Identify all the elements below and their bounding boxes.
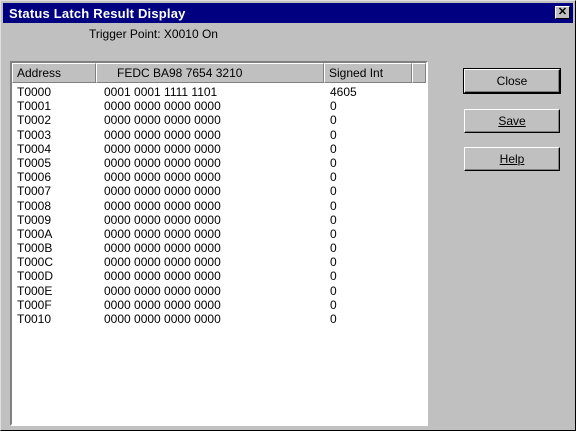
signed-int-cell: 0 — [330, 198, 337, 213]
table-row[interactable]: T000F 0000 0000 0000 0000 0 — [12, 298, 426, 312]
table-row[interactable]: T0010 0000 0000 0000 0000 0 — [12, 312, 426, 326]
table-row[interactable]: T0001 0000 0000 0000 0000 0 — [12, 99, 426, 113]
bits-cell: 0000 0000 0000 0000 — [104, 297, 221, 312]
address-cell: T000D — [17, 269, 54, 284]
address-cell: T0006 — [17, 170, 52, 185]
signed-int-cell: 0 — [330, 127, 337, 142]
bits-cell: 0000 0000 0000 0000 — [104, 212, 221, 227]
window-title: Status Latch Result Display — [9, 6, 186, 21]
bits-cell: 0000 0000 0000 0000 — [104, 312, 221, 326]
signed-int-cell: 0 — [330, 113, 337, 128]
address-cell: T000E — [17, 283, 53, 298]
table-row[interactable]: T000D 0000 0000 0000 0000 0 — [12, 269, 426, 283]
signed-int-cell: 0 — [330, 141, 337, 156]
address-cell: T000A — [17, 226, 53, 241]
signed-int-cell: 0 — [330, 184, 337, 199]
trigger-point-label: Trigger Point: X0010 On — [89, 27, 218, 41]
address-cell: T0003 — [17, 127, 52, 142]
bits-cell: 0000 0000 0000 0000 — [104, 269, 221, 284]
table-row[interactable]: T000A 0000 0000 0000 0000 0 — [12, 227, 426, 241]
dialog-window: Status Latch Result Display ✕ Trigger Po… — [0, 0, 576, 431]
help-button[interactable]: Help — [464, 147, 560, 171]
column-header-filler — [412, 63, 426, 83]
bits-cell: 0000 0000 0000 0000 — [104, 283, 221, 298]
address-cell: T0002 — [17, 113, 52, 128]
table-row[interactable]: T0005 0000 0000 0000 0000 0 — [12, 156, 426, 170]
signed-int-cell: 0 — [330, 226, 337, 241]
bits-cell: 0000 0000 0000 0000 — [104, 241, 221, 256]
address-cell: T0000 — [17, 85, 52, 99]
address-cell: T0001 — [17, 99, 52, 114]
title-bar[interactable]: Status Latch Result Display ✕ — [3, 3, 573, 23]
address-cell: T0004 — [17, 141, 52, 156]
address-cell: T000F — [17, 297, 52, 312]
table-row[interactable]: T000B 0000 0000 0000 0000 0 — [12, 241, 426, 255]
bits-cell: 0000 0000 0000 0000 — [104, 141, 221, 156]
column-header-signed-int[interactable]: Signed Int — [324, 63, 412, 83]
save-button-label: Save — [498, 114, 526, 128]
table-row[interactable]: T0007 0000 0000 0000 0000 0 — [12, 184, 426, 198]
bits-cell: 0000 0000 0000 0000 — [104, 198, 221, 213]
list-header: Address FEDC BA98 7654 3210 Signed Int — [12, 63, 426, 83]
column-header-address[interactable]: Address — [12, 63, 96, 83]
bits-cell: 0000 0000 0000 0000 — [104, 226, 221, 241]
signed-int-cell: 0 — [330, 312, 337, 326]
signed-int-cell: 0 — [330, 170, 337, 185]
bits-cell: 0000 0000 0000 0000 — [104, 170, 221, 185]
address-cell: T000C — [17, 255, 54, 270]
bits-cell: 0000 0000 0000 0000 — [104, 127, 221, 142]
close-button[interactable]: Close — [463, 68, 561, 94]
bits-cell: 0000 0000 0000 0000 — [104, 113, 221, 128]
table-row[interactable]: T0006 0000 0000 0000 0000 0 — [12, 170, 426, 184]
bits-cell: 0001 0001 1111 1101 — [104, 85, 218, 99]
result-list[interactable]: Address FEDC BA98 7654 3210 Signed Int T… — [10, 61, 428, 426]
bits-cell: 0000 0000 0000 0000 — [104, 155, 221, 170]
table-row[interactable]: T0008 0000 0000 0000 0000 0 — [12, 199, 426, 213]
signed-int-cell: 0 — [330, 212, 337, 227]
bits-cell: 0000 0000 0000 0000 — [104, 184, 221, 199]
help-button-label: Help — [499, 152, 525, 166]
address-cell: T0007 — [17, 184, 52, 199]
save-button[interactable]: Save — [464, 109, 560, 133]
signed-int-cell: 0 — [330, 255, 337, 270]
table-row[interactable]: T0003 0000 0000 0000 0000 0 — [12, 128, 426, 142]
address-cell: T0008 — [17, 198, 52, 213]
table-row[interactable]: T0009 0000 0000 0000 0000 0 — [12, 213, 426, 227]
signed-int-cell: 0 — [330, 297, 337, 312]
signed-int-cell: 4605 — [330, 85, 357, 99]
table-row[interactable]: T0000 0001 0001 1111 1101 4605 — [12, 85, 426, 99]
close-icon[interactable]: ✕ — [555, 6, 570, 19]
table-row[interactable]: T000C 0000 0000 0000 0000 0 — [12, 255, 426, 269]
signed-int-cell: 0 — [330, 269, 337, 284]
address-cell: T0005 — [17, 155, 52, 170]
signed-int-cell: 0 — [330, 283, 337, 298]
table-row[interactable]: T0004 0000 0000 0000 0000 0 — [12, 142, 426, 156]
signed-int-cell: 0 — [330, 99, 337, 114]
address-cell: T0010 — [17, 312, 52, 326]
table-row[interactable]: T0002 0000 0000 0000 0000 0 — [12, 113, 426, 127]
bits-cell: 0000 0000 0000 0000 — [104, 99, 221, 114]
column-header-bits[interactable]: FEDC BA98 7654 3210 — [96, 63, 324, 83]
bits-cell: 0000 0000 0000 0000 — [104, 255, 221, 270]
address-cell: T000B — [17, 241, 53, 256]
address-cell: T0009 — [17, 212, 52, 227]
signed-int-cell: 0 — [330, 241, 337, 256]
signed-int-cell: 0 — [330, 155, 337, 170]
list-rows: T0000 0001 0001 1111 1101 4605 T0001 0000 00… — [12, 85, 426, 326]
table-row[interactable]: T000E 0000 0000 0000 0000 0 — [12, 284, 426, 298]
